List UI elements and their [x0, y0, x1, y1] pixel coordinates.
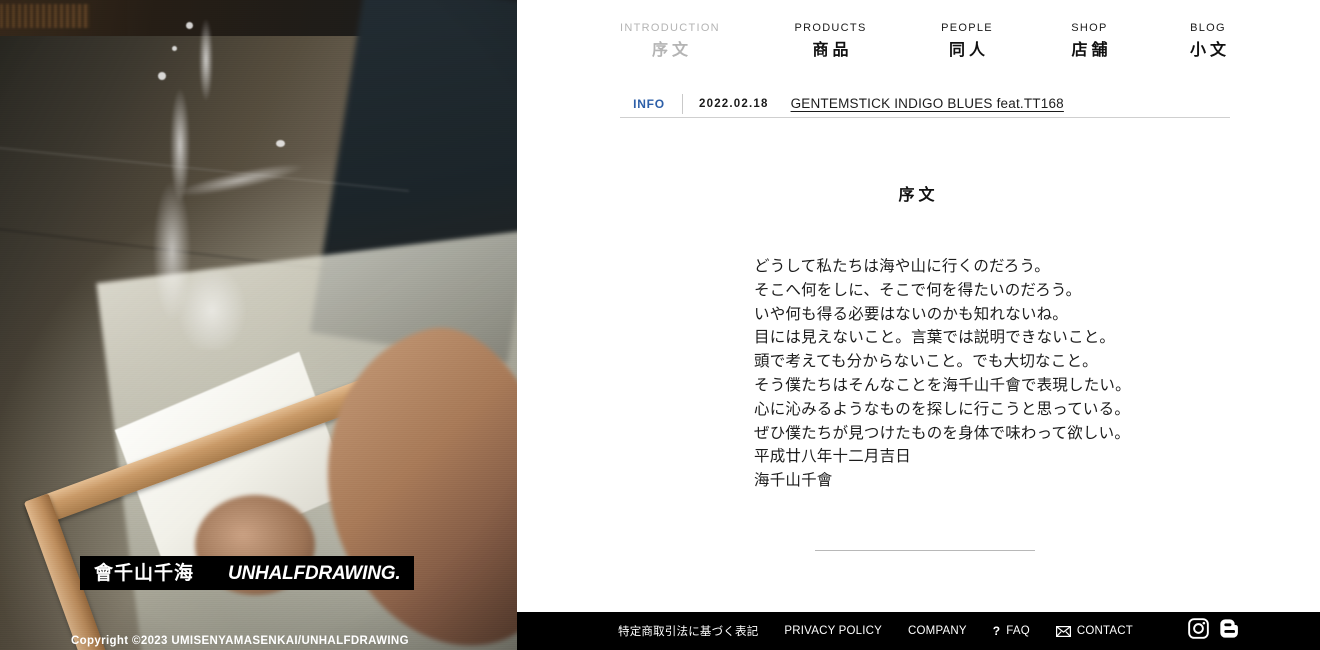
nav-item-people[interactable]: PEOPLE 同人 — [941, 22, 993, 59]
nav-label-en: PEOPLE — [941, 22, 993, 34]
footer-link-label: COMPANY — [908, 625, 967, 637]
envelope-icon — [1055, 625, 1071, 637]
brand-logo-japanese: 會千山千海 — [94, 561, 195, 584]
nav-item-products[interactable]: PRODUCTS 商品 — [794, 22, 866, 59]
article-line: いや何も得る必要はないのかも知れないね。 — [754, 304, 1069, 323]
nav-label-en: PRODUCTS — [794, 22, 867, 34]
main-navigation: INTRODUCTION 序文 PRODUCTS 商品 PEOPLE 同人 SH… — [620, 22, 1230, 59]
nav-label-en: SHOP — [1071, 22, 1108, 34]
nav-label-jp: 序文 — [651, 40, 692, 60]
blogger-icon — [1219, 618, 1240, 644]
footer-link-label: CONTACT — [1076, 625, 1133, 637]
footer-link-label: 特定商取引法に基づく表記 — [618, 624, 759, 638]
blogger-link[interactable] — [1219, 618, 1240, 644]
info-headline-link[interactable]: GENTEMSTICK INDIGO BLUES feat.TT168 — [791, 96, 1064, 111]
nav-label-jp: 商品 — [812, 40, 853, 60]
footer-link-label: FAQ — [1006, 625, 1030, 637]
copyright-text: Copyright ©2023 UMISENYAMASENKAI/UNHALFD… — [71, 635, 409, 647]
nav-label-jp: 小文 — [1189, 40, 1230, 60]
article-line: 目には見えないこと。言葉では説明できないこと。 — [754, 328, 1116, 347]
nav-item-shop[interactable]: SHOP 店舗 — [1067, 22, 1111, 59]
page-title: 序文 — [898, 185, 939, 204]
article-line: どうして私たちは海や山に行くのだろう。 — [754, 257, 1050, 275]
brand-logo-english: UNHALFDRAWING. — [228, 562, 401, 584]
article-line: そう僕たちはそんなことを海千山千會で表現したい。 — [754, 375, 1131, 394]
photo-vignette-overlay — [0, 0, 517, 650]
footer-link-label: PRIVACY POLICY — [784, 625, 883, 637]
footer-link-tokushoho[interactable]: 特定商取引法に基づく表記 — [618, 623, 758, 639]
article-signature-date: 平成廿八年十二月吉日 — [754, 447, 912, 466]
nav-label-jp: 同人 — [949, 40, 990, 60]
site-footer: 特定商取引法に基づく表記 PRIVACY POLICY COMPANY ? FA… — [517, 612, 1320, 650]
nav-item-blog[interactable]: BLOG 小文 — [1186, 22, 1230, 59]
footer-link-company[interactable]: COMPANY — [908, 625, 967, 637]
instagram-icon — [1188, 618, 1209, 644]
content-panel: INTRODUCTION 序文 PRODUCTS 商品 PEOPLE 同人 SH… — [517, 0, 1320, 650]
article-line: ぜひ僕たちが見つけたものを身体で味わって欲しい。 — [754, 423, 1131, 442]
social-links — [1188, 618, 1240, 644]
article-line: 心に沁みるようなものを探しに行こうと思っている。 — [754, 399, 1131, 418]
article-line: 頭で考えても分からないこと。でも大切なこと。 — [754, 352, 1098, 371]
article-signature-name: 海千山千會 — [754, 471, 833, 490]
info-date: 2022.02.18 — [699, 97, 769, 110]
footer-links: 特定商取引法に基づく表記 PRIVACY POLICY COMPANY ? FA… — [618, 623, 1133, 639]
nav-label-en: BLOG — [1190, 22, 1226, 34]
footer-link-faq[interactable]: ? FAQ — [993, 625, 1030, 637]
article-line: そこへ何をしに、そこで何を得たいのだろう。 — [754, 280, 1082, 299]
hero-photo-artwork — [0, 0, 517, 650]
footer-link-contact[interactable]: CONTACT — [1055, 625, 1133, 637]
info-divider — [682, 93, 683, 114]
brand-logo-lockup[interactable]: 會千山千海 UNHALFDRAWING. — [80, 556, 415, 590]
nav-item-introduction[interactable]: INTRODUCTION 序文 — [620, 22, 720, 59]
instagram-link[interactable] — [1188, 618, 1209, 644]
nav-label-en: INTRODUCTION — [620, 22, 720, 34]
info-strip: INFO 2022.02.18 GENTEMSTICK INDIGO BLUES… — [620, 90, 1230, 118]
section-divider — [815, 550, 1035, 551]
info-tag[interactable]: INFO — [620, 97, 678, 111]
hero-photo: 會千山千海 UNHALFDRAWING. Copyright ©2023 UMI… — [0, 0, 517, 650]
nav-label-jp: 店舗 — [1071, 40, 1112, 60]
article-body: どうして私たちは海や山に行くのだろう。 そこへ何をしに、そこで何を得たいのだろう… — [754, 255, 1274, 493]
footer-link-privacy-policy[interactable]: PRIVACY POLICY — [784, 625, 882, 637]
page-root: 會千山千海 UNHALFDRAWING. Copyright ©2023 UMI… — [0, 0, 1320, 650]
question-mark-icon: ? — [992, 624, 1001, 638]
